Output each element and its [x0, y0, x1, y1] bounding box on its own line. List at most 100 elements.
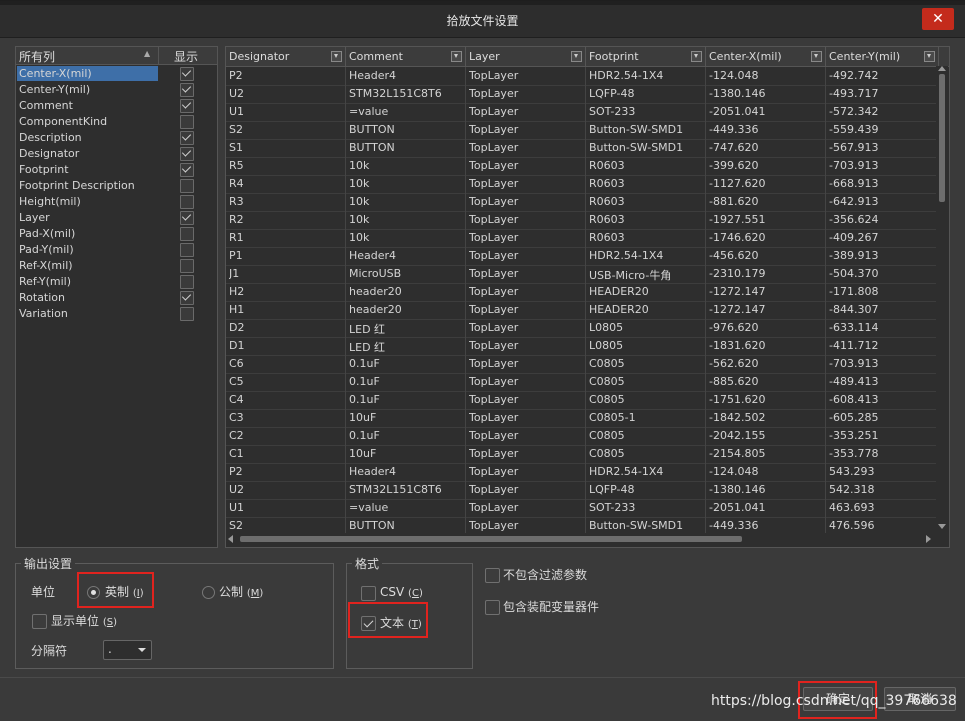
table-row[interactable]: P2 Header4 TopLayer HDR2.54-1X4 -124.048 -492… — [226, 67, 938, 86]
table-cell: D2 — [229, 321, 245, 334]
cell-divider — [705, 391, 706, 409]
column-item[interactable]: Ref-Y(mil) — [16, 274, 217, 290]
table-row[interactable]: R1 10k TopLayer R0603 -1746.620 -409.267 — [226, 229, 938, 248]
separator-dropdown[interactable]: . — [103, 640, 152, 660]
column-show-checkbox[interactable] — [180, 115, 194, 129]
filter-icon[interactable] — [924, 51, 935, 62]
horizontal-scrollbar[interactable] — [226, 533, 938, 545]
scroll-up-icon[interactable] — [938, 66, 946, 71]
column-show-checkbox[interactable] — [180, 67, 194, 81]
column-show-checkbox[interactable] — [180, 195, 194, 209]
exclude-filter-checkbox[interactable] — [485, 568, 500, 583]
column-header[interactable]: Center-X(mil) — [706, 47, 826, 66]
cell-divider — [585, 355, 586, 373]
column-item[interactable]: Description — [16, 130, 217, 146]
column-show-checkbox[interactable] — [180, 99, 194, 113]
column-show-checkbox[interactable] — [180, 211, 194, 225]
table-row[interactable]: D2 LED 红 TopLayer L0805 -976.620 -633.114 — [226, 319, 938, 338]
csv-label[interactable]: CSV (C) — [380, 585, 423, 599]
sort-up-icon[interactable]: ▲ — [144, 49, 150, 58]
table-row[interactable]: C4 0.1uF TopLayer C0805 -1751.620 -608.413 — [226, 391, 938, 410]
include-variant-label[interactable]: 包含装配变量器件 — [503, 598, 599, 615]
table-row[interactable]: H2 header20 TopLayer HEADER20 -1272.147 -171.… — [226, 283, 938, 302]
column-show-checkbox[interactable] — [180, 163, 194, 177]
table-row[interactable]: S2 BUTTON TopLayer Button-SW-SMD1 -449.336 -5… — [226, 121, 938, 140]
table-cell: R0603 — [589, 159, 625, 172]
table-row[interactable]: U2 STM32L151C8T6 TopLayer LQFP-48 -1380.146 5… — [226, 481, 938, 500]
scroll-left-icon[interactable] — [228, 535, 233, 543]
column-header[interactable]: Footprint — [586, 47, 706, 66]
column-item[interactable]: Pad-X(mil) — [16, 226, 217, 242]
table-row[interactable]: C2 0.1uF TopLayer C0805 -2042.155 -353.251 — [226, 427, 938, 446]
table-row[interactable]: P2 Header4 TopLayer HDR2.54-1X4 -124.048 543.… — [226, 463, 938, 482]
table-row[interactable]: P1 Header4 TopLayer HDR2.54-1X4 -456.620 -389… — [226, 247, 938, 266]
vertical-scrollbar[interactable] — [936, 66, 948, 531]
column-show-checkbox[interactable] — [180, 307, 194, 321]
vertical-scroll-thumb[interactable] — [939, 74, 945, 202]
table-row[interactable]: C6 0.1uF TopLayer C0805 -562.620 -703.913 — [226, 355, 938, 374]
csv-checkbox[interactable] — [361, 586, 376, 601]
column-header[interactable]: Designator — [226, 47, 346, 66]
exclude-filter-label[interactable]: 不包含过滤参数 — [503, 566, 587, 583]
column-header[interactable]: Comment — [346, 47, 466, 66]
column-header[interactable]: Layer — [466, 47, 586, 66]
column-show-checkbox[interactable] — [180, 131, 194, 145]
horizontal-scroll-thumb[interactable] — [240, 536, 742, 542]
metric-radio[interactable] — [202, 586, 215, 599]
table-row[interactable]: C1 10uF TopLayer C0805 -2154.805 -353.778 — [226, 445, 938, 464]
column-show-checkbox[interactable] — [180, 291, 194, 305]
column-header[interactable]: Center-Y(mil) — [826, 47, 939, 66]
metric-label[interactable]: 公制 (M) — [219, 583, 263, 600]
table-row[interactable]: U1 =value TopLayer SOT-233 -2051.041 463.693 — [226, 499, 938, 518]
table-row[interactable]: D1 LED 红 TopLayer L0805 -1831.620 -411.712 — [226, 337, 938, 356]
filter-icon[interactable] — [451, 51, 462, 62]
column-item[interactable]: Comment — [16, 98, 217, 114]
table-row[interactable]: U1 =value TopLayer SOT-233 -2051.041 -572.342 — [226, 103, 938, 122]
column-item[interactable]: ComponentKind — [16, 114, 217, 130]
column-item[interactable]: Center-Y(mil) — [16, 82, 217, 98]
cell-divider — [345, 193, 346, 211]
table-cell: -2310.179 — [709, 267, 766, 280]
column-show-checkbox[interactable] — [180, 227, 194, 241]
table-row[interactable]: S1 BUTTON TopLayer Button-SW-SMD1 -747.620 -5… — [226, 139, 938, 158]
column-item[interactable]: Footprint Description — [16, 178, 217, 194]
column-item[interactable]: Layer — [16, 210, 217, 226]
table-row[interactable]: R4 10k TopLayer R0603 -1127.620 -668.913 — [226, 175, 938, 194]
show-units-checkbox[interactable] — [32, 614, 47, 629]
include-variant-checkbox[interactable] — [485, 600, 500, 615]
table-row[interactable]: C3 10uF TopLayer C0805-1 -1842.502 -605.285 — [226, 409, 938, 428]
column-item[interactable]: Center-X(mil) — [16, 66, 217, 82]
filter-icon[interactable] — [331, 51, 342, 62]
column-item[interactable]: Footprint — [16, 162, 217, 178]
column-item[interactable]: Ref-X(mil) — [16, 258, 217, 274]
column-item[interactable]: Pad-Y(mil) — [16, 242, 217, 258]
column-item[interactable]: Variation — [16, 306, 217, 322]
header-all-columns[interactable]: 所有列 — [19, 48, 55, 65]
column-show-checkbox[interactable] — [180, 259, 194, 273]
table-row[interactable]: U2 STM32L151C8T6 TopLayer LQFP-48 -1380.146 -… — [226, 85, 938, 104]
table-cell: -605.285 — [829, 411, 879, 424]
column-show-checkbox[interactable] — [180, 179, 194, 193]
close-icon[interactable]: ✕ — [922, 8, 954, 30]
column-item[interactable]: Rotation — [16, 290, 217, 306]
column-item[interactable]: Height(mil) — [16, 194, 217, 210]
table-row[interactable]: R2 10k TopLayer R0603 -1927.551 -356.624 — [226, 211, 938, 230]
table-row[interactable]: J1 MicroUSB TopLayer USB-Micro-牛角 -2310.179 -… — [226, 265, 938, 284]
filter-icon[interactable] — [811, 51, 822, 62]
show-units-label[interactable]: 显示单位 (S) — [51, 612, 117, 629]
table-row[interactable]: C5 0.1uF TopLayer C0805 -885.620 -489.413 — [226, 373, 938, 392]
scroll-down-icon[interactable] — [938, 524, 946, 529]
column-item[interactable]: Designator — [16, 146, 217, 162]
table-row[interactable]: H1 header20 TopLayer HEADER20 -1272.147 -844.… — [226, 301, 938, 320]
column-show-checkbox[interactable] — [180, 275, 194, 289]
scroll-right-icon[interactable] — [926, 535, 931, 543]
header-show[interactable]: 显示 — [174, 48, 198, 65]
filter-icon[interactable] — [691, 51, 702, 62]
cell-divider — [585, 139, 586, 157]
table-row[interactable]: R3 10k TopLayer R0603 -881.620 -642.913 — [226, 193, 938, 212]
column-show-checkbox[interactable] — [180, 243, 194, 257]
table-row[interactable]: R5 10k TopLayer R0603 -399.620 -703.913 — [226, 157, 938, 176]
filter-icon[interactable] — [571, 51, 582, 62]
column-show-checkbox[interactable] — [180, 83, 194, 97]
column-show-checkbox[interactable] — [180, 147, 194, 161]
